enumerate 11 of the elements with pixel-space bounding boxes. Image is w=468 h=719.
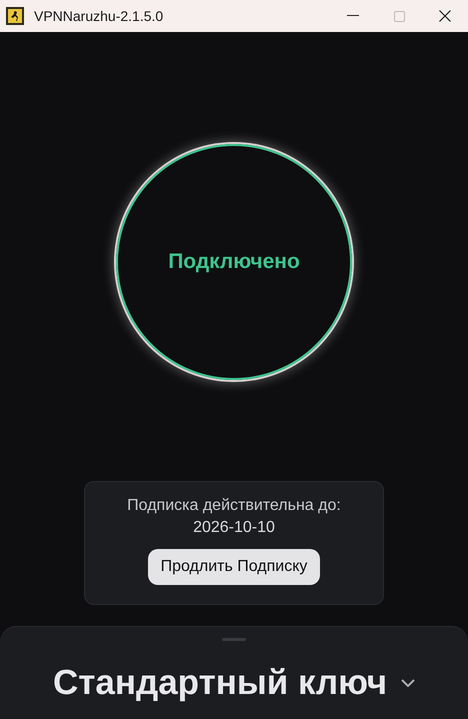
close-icon[interactable] [439,10,451,22]
chevron-down-icon [401,679,416,687]
minimize-icon[interactable] [347,15,359,17]
window-title: VPNNaruzhu-2.1.5.0 [34,6,164,26]
subscription-date: 2026-10-10 [193,518,275,538]
app-icon [6,7,24,25]
status-ring[interactable]: Подключено [116,144,352,380]
renew-button[interactable]: Продлить Подписку [148,549,320,585]
key-dropdown[interactable]: Стандартный ключ [52,663,416,703]
subscription-text: Подписка действительна до: [127,496,341,516]
status-label: Подключено [168,249,300,276]
